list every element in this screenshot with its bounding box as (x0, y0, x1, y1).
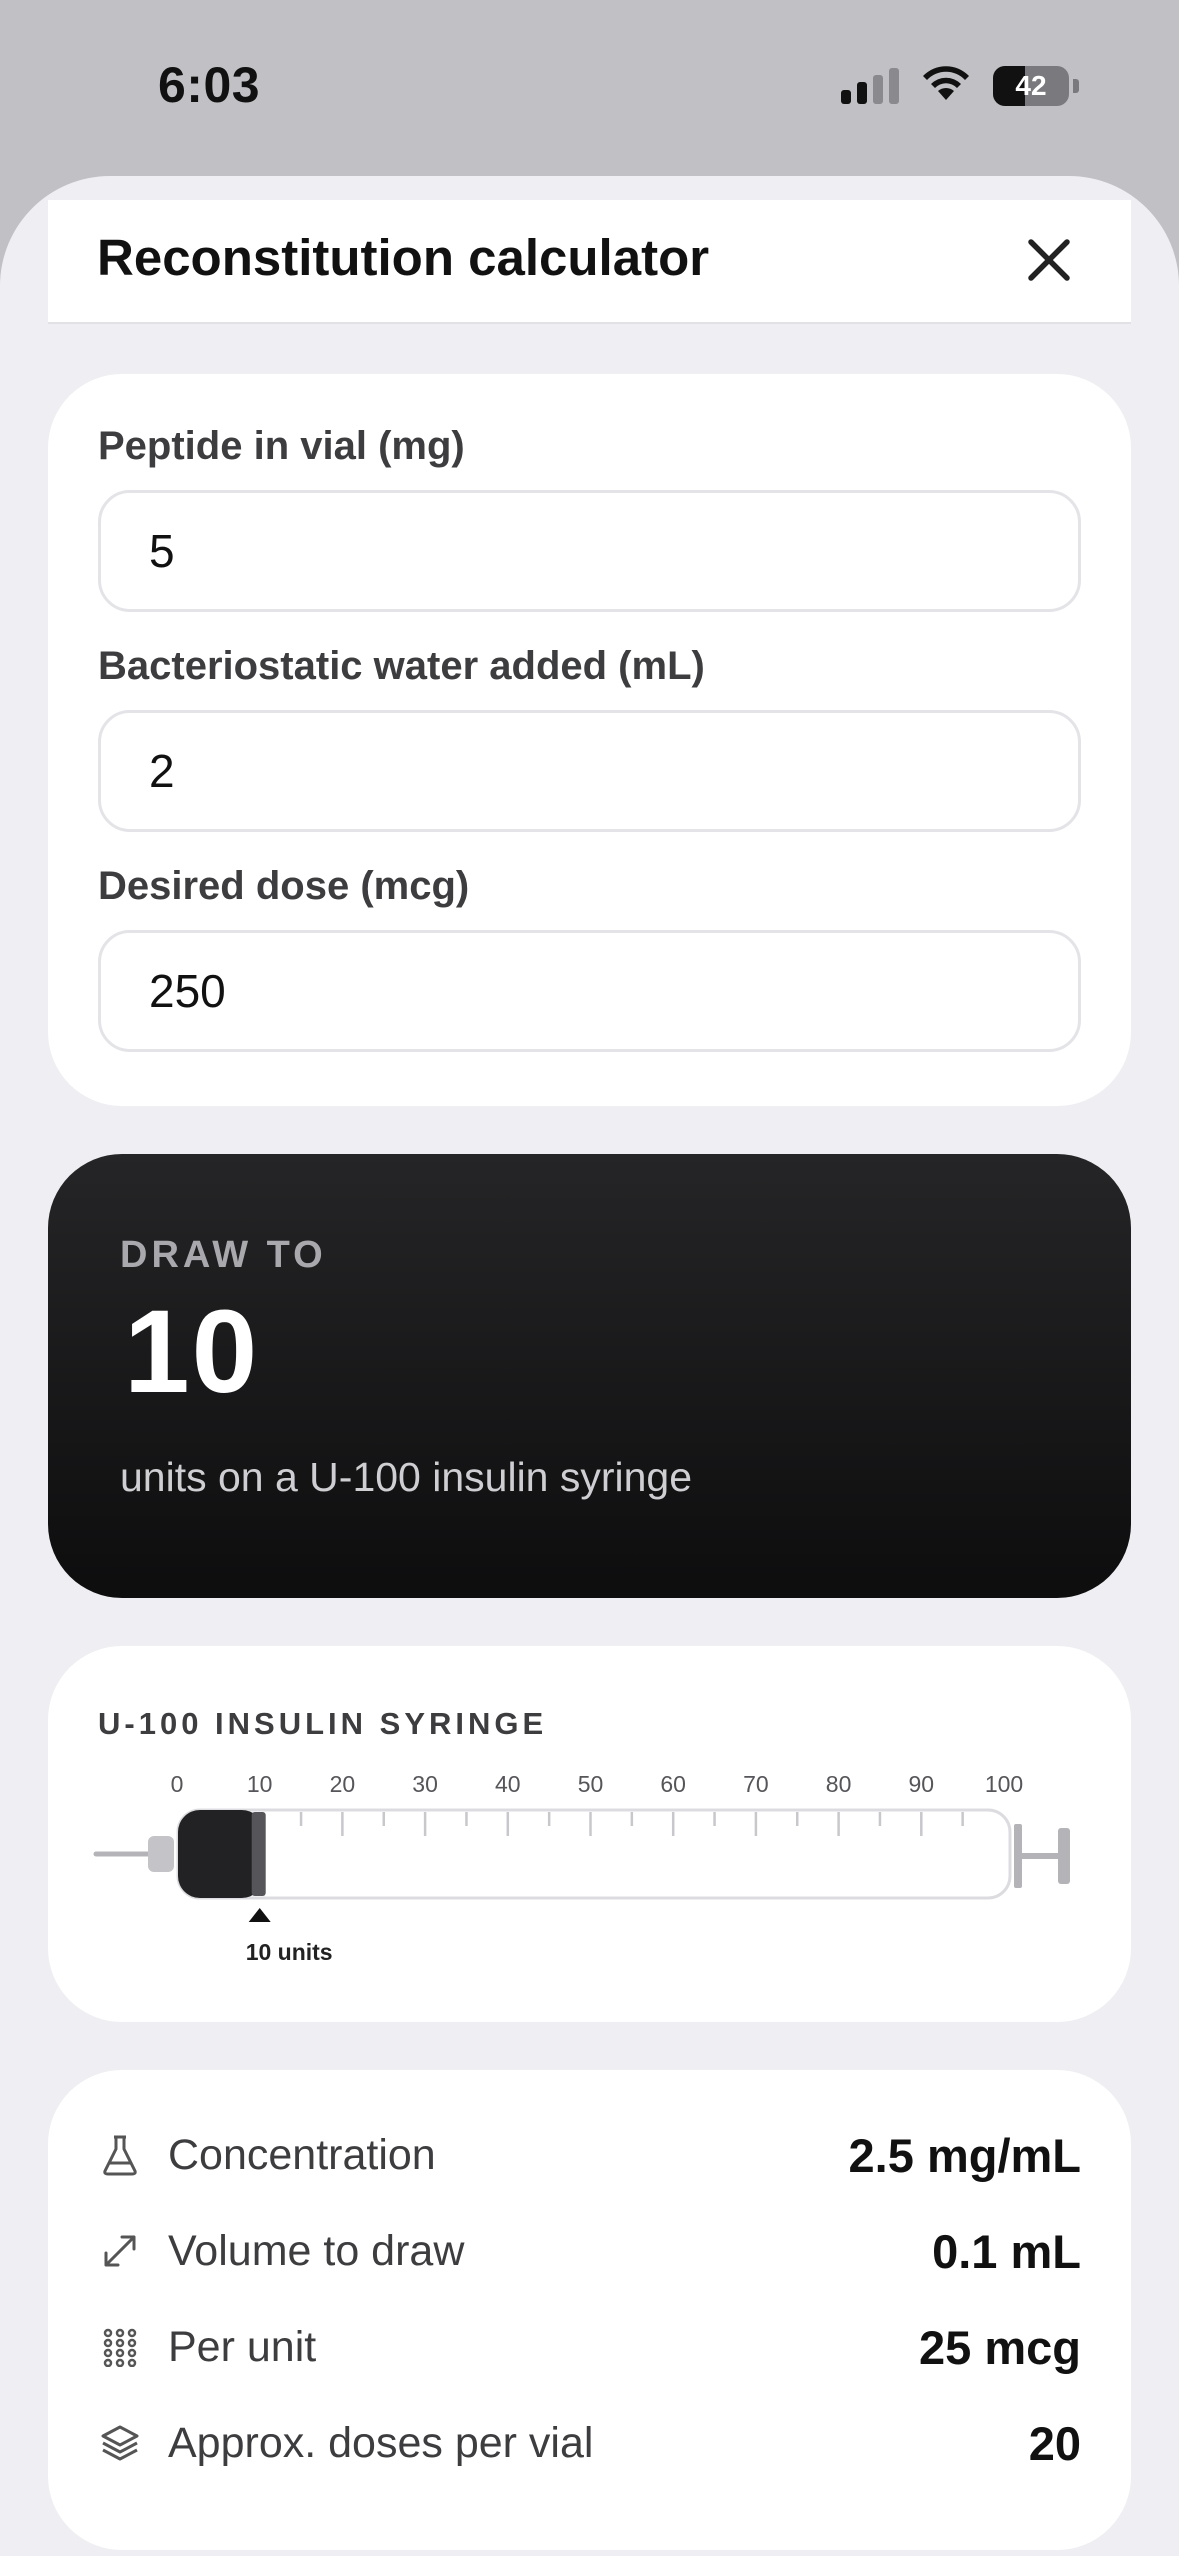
scale-label: 10 (247, 1771, 273, 1797)
calculator-sheet: Reconstitution calculator Peptide in via… (0, 176, 1179, 2556)
syringe-card: U-100 INSULIN SYRINGE 0 10 20 30 40 50 60 70 80 9… (48, 1646, 1131, 2022)
dot-grid-icon (98, 2325, 142, 2369)
dose-label: Desired dose (mcg) (98, 864, 470, 908)
battery-icon: 42 (993, 65, 1069, 106)
stat-value: 2.5 mg/mL (848, 2128, 1081, 2182)
scale-label: 90 (909, 1771, 935, 1797)
stat-label: Volume to draw (168, 2226, 465, 2275)
scale-label: 70 (743, 1771, 769, 1797)
flask-icon (98, 2133, 142, 2177)
battery-percentage: 42 (1015, 69, 1047, 101)
water-input[interactable] (98, 710, 1081, 832)
scale-label: 0 (171, 1771, 184, 1797)
close-icon (1028, 239, 1070, 281)
syringe-scale-labels: 0 10 20 30 40 50 60 70 80 90 100 (171, 1771, 1024, 1797)
scale-label: 50 (578, 1771, 604, 1797)
peptide-input[interactable] (98, 490, 1081, 612)
peptide-label: Peptide in vial (mg) (98, 424, 465, 468)
water-label: Bacteriostatic water added (mL) (98, 644, 705, 688)
stats-card: Concentration 2.5 mg/mL Volume to draw 0… (48, 2070, 1131, 2550)
stat-value: 20 (1028, 2416, 1081, 2470)
needle-hub (148, 1836, 174, 1872)
scale-label: 60 (660, 1771, 686, 1797)
stat-value: 25 mcg (919, 2320, 1081, 2374)
close-button[interactable] (1021, 232, 1077, 288)
cellular-signal-icon (841, 67, 899, 104)
sheet-title: Reconstitution calculator (97, 229, 710, 286)
fill-marker-label: 10 units (246, 1939, 333, 1965)
stat-row-volume: Volume to draw 0.1 mL (98, 2216, 1081, 2286)
scale-label: 100 (985, 1771, 1023, 1797)
plunger-stopper (251, 1812, 266, 1896)
stat-row-per-unit: Per unit 25 mcg (98, 2312, 1081, 2382)
stat-value: 0.1 mL (932, 2224, 1081, 2278)
sheet-header: Reconstitution calculator (48, 200, 1131, 324)
draw-to-subtitle: units on a U-100 insulin syringe (120, 1454, 693, 1500)
scale-label: 20 (330, 1771, 356, 1797)
inputs-card: Peptide in vial (mg) Bacteriostatic wate… (48, 374, 1131, 1106)
stat-row-concentration: Concentration 2.5 mg/mL (98, 2120, 1081, 2190)
dose-input[interactable] (98, 930, 1081, 1052)
status-icons: 42 (841, 64, 1079, 107)
wifi-icon (921, 64, 971, 107)
status-bar: 6:03 42 (0, 0, 1179, 170)
plunger-rod (1014, 1824, 1022, 1888)
scale-label: 40 (495, 1771, 521, 1797)
plunger-thumb-rest (1058, 1828, 1070, 1884)
scale-label: 80 (826, 1771, 852, 1797)
draw-to-card: DRAW TO 10 units on a U-100 insulin syri… (48, 1154, 1131, 1598)
diagonal-arrows-icon (98, 2229, 142, 2273)
syringe-fill (178, 1810, 264, 1898)
draw-to-value: 10 (124, 1286, 260, 1418)
stat-label: Per unit (168, 2322, 317, 2371)
draw-to-label: DRAW TO (120, 1234, 327, 1276)
status-time: 6:03 (158, 57, 261, 113)
layers-icon (98, 2421, 142, 2465)
battery-nub (1073, 78, 1079, 93)
fill-marker-arrow (248, 1908, 271, 1922)
scale-label: 30 (412, 1771, 438, 1797)
stat-row-doses: Approx. doses per vial 20 (98, 2408, 1081, 2478)
stat-label: Approx. doses per vial (168, 2418, 594, 2467)
syringe-diagram: 0 10 20 30 40 50 60 70 80 90 100 10 units (93, 1771, 1070, 1965)
syringe-barrel (176, 1808, 1012, 1900)
stat-label: Concentration (168, 2130, 436, 2179)
